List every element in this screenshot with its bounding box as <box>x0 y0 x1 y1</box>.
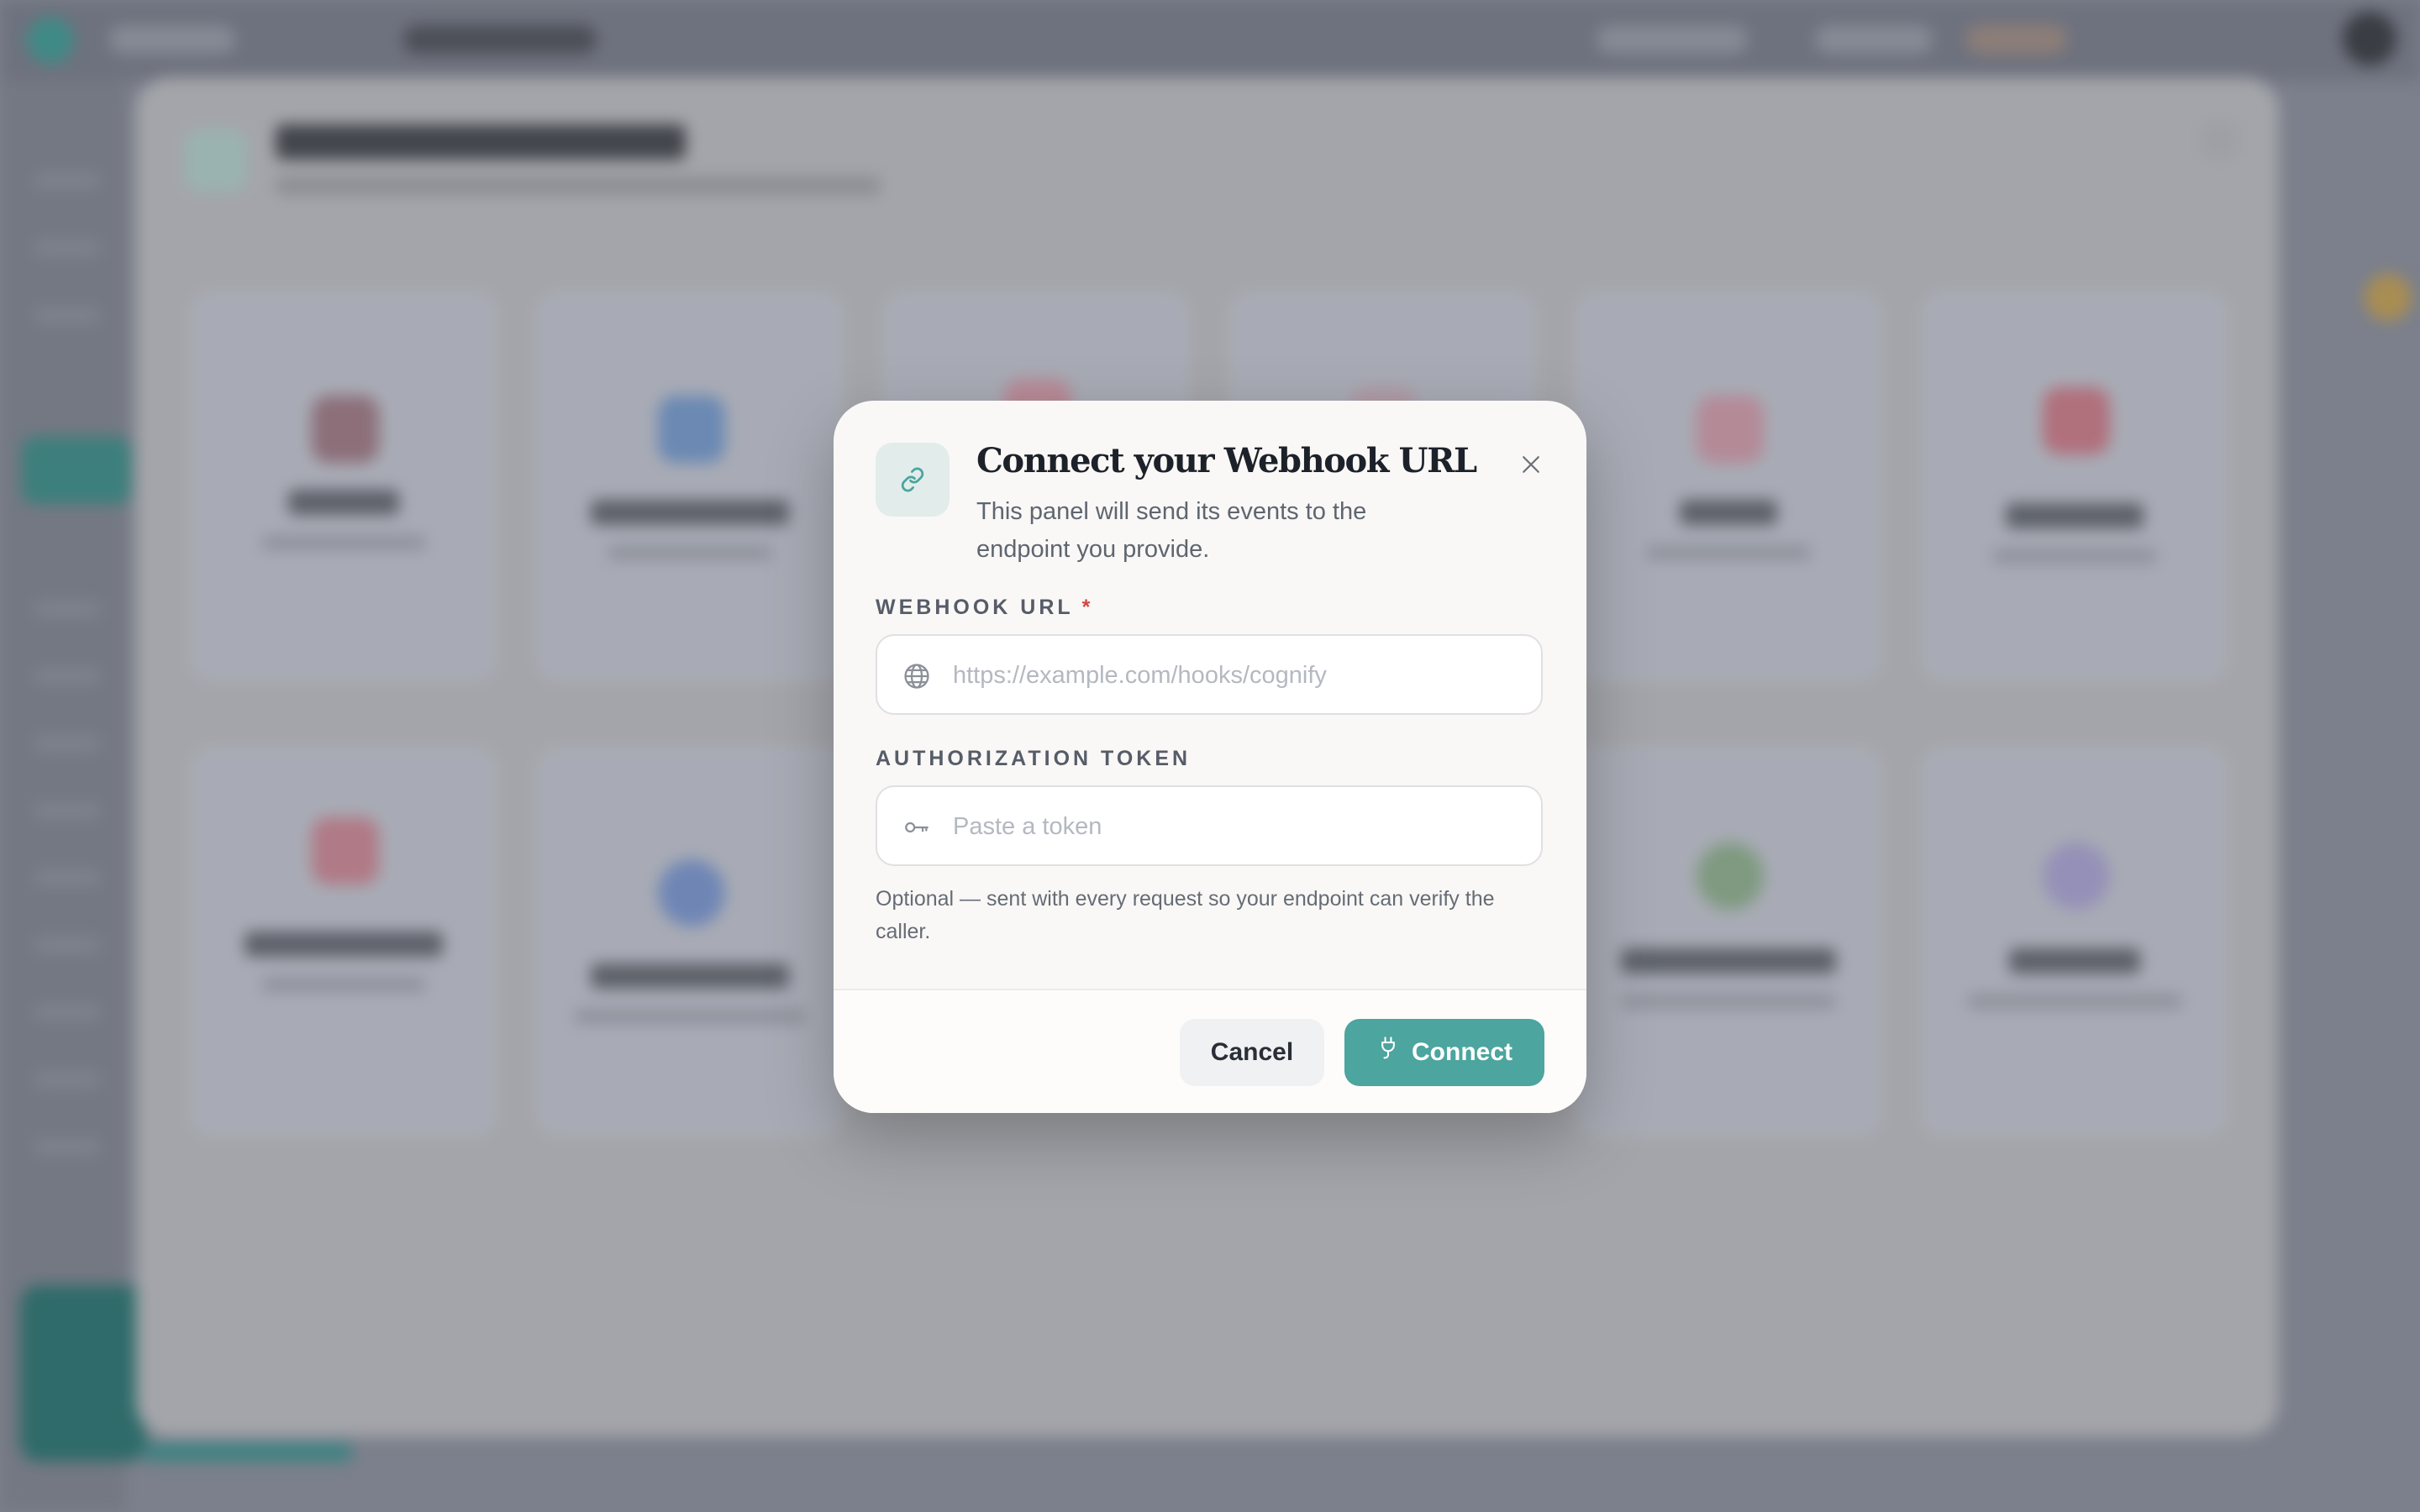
notification-badge <box>2365 274 2412 321</box>
sidebar-item <box>34 307 101 323</box>
sidebar-promo <box>20 1285 146 1462</box>
sidebar-promo-link <box>143 1443 353 1462</box>
integration-desc <box>1967 994 2182 1009</box>
integration-name <box>591 500 789 525</box>
integration-logo <box>2043 843 2110 910</box>
connect-button[interactable]: Connect <box>1344 1019 1544 1086</box>
sidebar-item <box>34 1139 101 1154</box>
app-logo <box>27 17 74 64</box>
integration-card <box>1923 292 2227 680</box>
sidebar-item <box>34 240 101 255</box>
connect-button-label: Connect <box>1412 1038 1512 1066</box>
topbar-item <box>1966 25 2067 54</box>
sidebar-item <box>34 1005 101 1020</box>
auth-token-input[interactable] <box>951 787 1526 866</box>
topbar-item <box>403 25 597 54</box>
topbar-item <box>1815 25 1933 54</box>
integration-logo <box>2043 387 2110 454</box>
sidebar-item <box>34 601 101 617</box>
required-marker: * <box>1081 596 1094 619</box>
integration-name <box>1621 948 1836 974</box>
integration-logo <box>658 859 725 927</box>
sidebar-item <box>34 736 101 751</box>
integrations-title <box>276 124 686 160</box>
integration-logo <box>658 396 725 463</box>
key-icon <box>902 813 931 842</box>
integration-desc <box>261 977 426 992</box>
webhook-url-field[interactable] <box>876 634 1543 715</box>
integration-desc <box>574 1009 806 1024</box>
plug-icon <box>1376 1036 1400 1069</box>
close-icon[interactable] <box>1512 446 1549 483</box>
integration-card <box>538 292 842 680</box>
integration-name <box>1680 500 1777 525</box>
webhook-dialog: Connect your Webhook URL This panel will… <box>834 401 1586 1113</box>
sidebar-item <box>34 870 101 885</box>
sidebar-item <box>34 669 101 684</box>
cancel-button-label: Cancel <box>1210 1038 1294 1066</box>
integration-logo <box>312 396 379 463</box>
integration-desc <box>1646 545 1811 560</box>
sidebar-item <box>34 937 101 953</box>
link-icon <box>876 443 950 517</box>
integration-desc <box>608 545 772 560</box>
app-topbar <box>0 0 2420 81</box>
integration-card <box>1576 292 1881 680</box>
sidebar-item <box>34 803 101 818</box>
dialog-title: Connect your Webhook URL <box>976 441 1477 480</box>
auth-token-label: AUTHORIZATION TOKEN <box>876 747 1192 770</box>
sidebar-item <box>34 1072 101 1087</box>
integration-desc <box>1621 994 1836 1009</box>
webhook-url-label: WEBHOOK URL * <box>876 596 1093 620</box>
integration-name <box>591 963 789 989</box>
integration-card <box>192 748 496 1136</box>
integration-logo <box>1697 396 1764 463</box>
globe-icon <box>902 662 931 690</box>
integration-logo <box>312 817 379 885</box>
integration-desc <box>261 535 426 550</box>
sidebar-item <box>34 173 101 188</box>
dialog-footer: Cancel Connect <box>834 989 1586 1113</box>
webhook-url-input[interactable] <box>951 636 1526 715</box>
integration-logo <box>1697 843 1764 910</box>
integrations-subtitle <box>276 176 881 195</box>
topbar-item <box>109 25 235 54</box>
integration-name <box>245 932 443 957</box>
cancel-button[interactable]: Cancel <box>1180 1019 1324 1086</box>
user-avatar <box>2343 12 2396 66</box>
auth-token-field[interactable] <box>876 785 1543 866</box>
integration-card <box>192 292 496 680</box>
integration-card <box>538 748 842 1136</box>
integration-name <box>2009 948 2140 974</box>
topbar-item <box>1597 25 1748 54</box>
sidebar-item-active <box>22 437 131 504</box>
auth-token-help: Optional — sent with every request so yo… <box>876 887 1495 943</box>
integrations-close-icon <box>2200 121 2238 160</box>
integration-card <box>1576 748 1881 1136</box>
dialog-description: This panel will send its events to the e… <box>976 498 1367 563</box>
integrations-icon <box>185 129 247 192</box>
integration-desc <box>1992 549 2157 564</box>
integration-name <box>288 490 399 515</box>
integration-card <box>1923 748 2227 1136</box>
integration-name <box>2006 503 2144 528</box>
webhook-url-label-text: WEBHOOK URL <box>876 596 1074 619</box>
